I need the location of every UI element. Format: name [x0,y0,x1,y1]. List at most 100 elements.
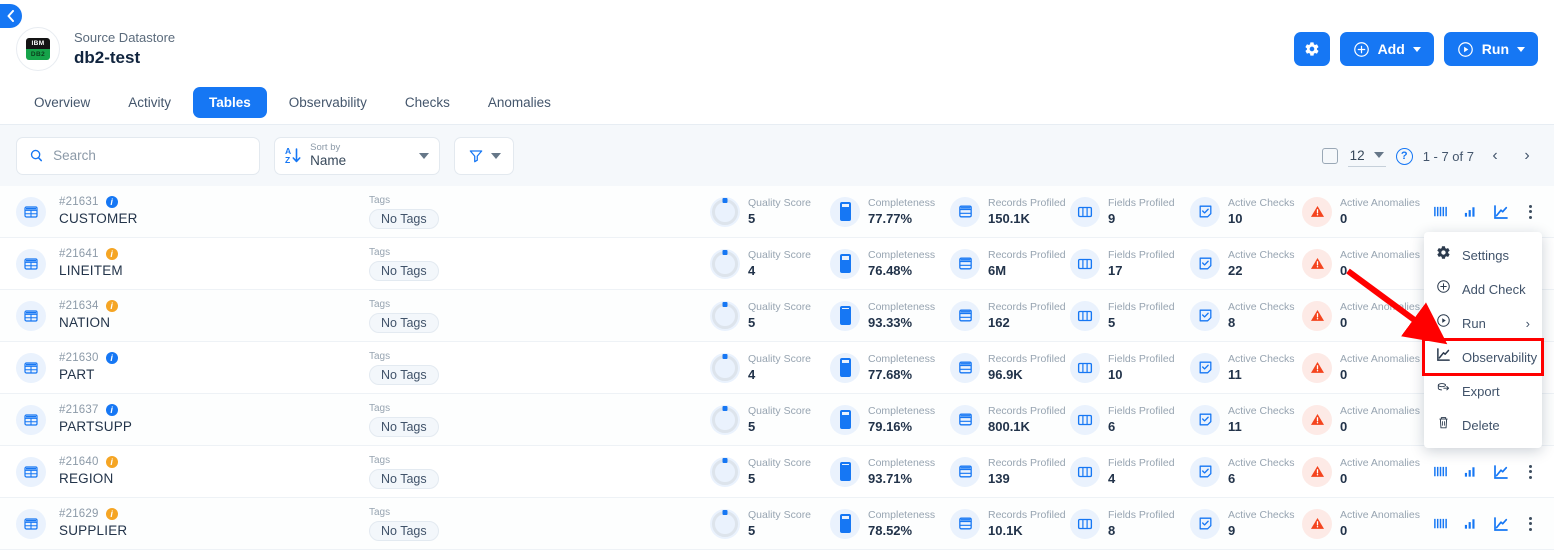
tag-pill[interactable]: No Tags [369,209,439,229]
quality-score-icon-wrap [710,352,740,383]
anomaly-icon-wrap [1302,404,1332,435]
run-button[interactable]: Run [1443,32,1538,66]
table-row[interactable]: #21641 i LINEITEM Tags No Tags Quality S… [0,238,1554,290]
table-row[interactable]: #21630 i PART Tags No Tags Quality Score… [0,342,1554,394]
tab-overview[interactable]: Overview [18,87,106,118]
line-chart-icon [1436,347,1451,367]
quality-score-icon-wrap [710,196,740,227]
table-row[interactable]: #21637 i PARTSUPP Tags No Tags Quality S… [0,394,1554,446]
tag-pill[interactable]: No Tags [369,521,439,541]
table-row[interactable]: #21634 i NATION Tags No Tags Quality Sco… [0,290,1554,342]
metric-records-profiled: Records Profiled 10.1K [950,508,1070,539]
tab-checks[interactable]: Checks [389,87,466,118]
info-badge-icon[interactable]: i [105,196,118,208]
next-page-button[interactable]: › [1516,145,1538,167]
tag-pill[interactable]: No Tags [369,469,439,489]
bar-chart-action[interactable] [1462,463,1479,480]
metric-label: Records Profiled [988,404,1066,417]
search-input[interactable] [53,148,247,163]
metric-active-checks: Active Checks 11 [1190,352,1302,383]
row-metrics: Quality Score 5 Completeness 93.71% Reco… [710,456,1420,487]
bar-chart-action[interactable] [1462,203,1479,220]
metric-label: Records Profiled [988,300,1066,313]
sort-az-icon: AZ [285,147,301,164]
fields-icon-wrap [1070,404,1100,435]
export-icon [1437,383,1450,391]
metric-label: Completeness [868,404,936,417]
metric-label: Records Profiled [988,196,1066,209]
metric-value: 139 [988,470,1010,486]
fields-icon [1077,206,1093,217]
metric-value: 4 [748,366,756,382]
tab-observability[interactable]: Observability [273,87,383,118]
records-icon [958,257,972,270]
help-icon[interactable]: ? [1395,147,1413,165]
metric-value: 6M [988,262,1007,278]
context-menu-item-settings[interactable]: Settings [1424,238,1542,272]
metric-quality-score: Quality Score 4 [710,248,830,279]
row-more-menu-button[interactable] [1522,464,1538,479]
info-badge-icon[interactable]: i [105,508,118,520]
context-menu-item-delete[interactable]: Delete [1424,408,1542,442]
tab-tables[interactable]: Tables [193,87,267,118]
prev-page-button[interactable]: ‹ [1484,145,1506,167]
line-chart-action[interactable] [1492,463,1509,480]
table-icon-wrap [16,456,46,487]
histogram-icon [1434,466,1447,477]
histogram-action[interactable] [1432,515,1449,532]
context-menu-item-export[interactable]: Export [1424,374,1542,408]
chevron-down-icon [1373,152,1384,158]
metric-quality-score: Quality Score 5 [710,456,830,487]
table-row[interactable]: #21629 i SUPPLIER Tags No Tags Quality S… [0,498,1554,550]
quality-score-icon-wrap [710,404,740,435]
bar-chart-icon [1464,519,1475,529]
metric-fields-profiled: Fields Profiled 9 [1070,196,1190,227]
row-more-menu-button[interactable] [1522,516,1538,531]
context-menu-item-add-check[interactable]: Add Check [1424,272,1542,306]
fields-icon-wrap [1070,456,1100,487]
tab-activity[interactable]: Activity [112,87,187,118]
bar-chart-action[interactable] [1462,515,1479,532]
add-button[interactable]: Add [1339,32,1434,66]
line-chart-action[interactable] [1492,515,1509,532]
tag-pill[interactable]: No Tags [369,313,439,333]
metric-value: 78.52% [868,522,913,538]
info-badge-icon[interactable]: i [105,404,118,416]
tag-pill[interactable]: No Tags [369,261,439,281]
table-icon-wrap [16,196,46,227]
histogram-action[interactable] [1432,203,1449,220]
table-name-cell: #21631 i CUSTOMER [59,196,359,227]
table-id: #21630 [59,352,99,364]
select-all-checkbox[interactable] [1321,148,1338,164]
histogram-action[interactable] [1432,463,1449,480]
checks-icon [1199,517,1211,530]
table-icon [24,517,38,530]
row-more-menu-button[interactable] [1522,204,1538,219]
fields-icon-wrap [1070,248,1100,279]
tags-label: Tags [369,507,391,518]
table-row[interactable]: #21640 i REGION Tags No Tags Quality Sco… [0,446,1554,498]
metric-active-checks: Active Checks 10 [1190,196,1302,227]
info-badge-icon[interactable]: i [105,352,118,364]
context-menu-item-run[interactable]: Run › [1424,306,1542,340]
gear-icon [1305,42,1319,56]
settings-button[interactable] [1293,32,1330,66]
metric-fields-profiled: Fields Profiled 5 [1070,300,1190,331]
table-icon [24,413,38,426]
checks-icon [1199,309,1211,322]
table-row[interactable]: #21631 i CUSTOMER Tags No Tags Quality S… [0,186,1554,238]
info-badge-icon[interactable]: i [105,300,118,312]
search-box[interactable] [16,136,260,175]
info-badge-icon[interactable]: i [105,248,118,260]
anomaly-icon-wrap [1302,508,1332,539]
tab-anomalies[interactable]: Anomalies [472,87,567,118]
page-size-select[interactable]: 12 [1347,146,1386,167]
tag-pill[interactable]: No Tags [369,365,439,385]
info-badge-icon[interactable]: i [105,456,118,468]
sort-by-select[interactable]: AZ Sort by Name [274,136,440,175]
completeness-battery-icon [839,202,851,221]
context-menu-item-observability[interactable]: Observability [1422,338,1544,376]
line-chart-action[interactable] [1492,203,1509,220]
tag-pill[interactable]: No Tags [369,417,439,437]
filter-button[interactable] [454,136,514,175]
